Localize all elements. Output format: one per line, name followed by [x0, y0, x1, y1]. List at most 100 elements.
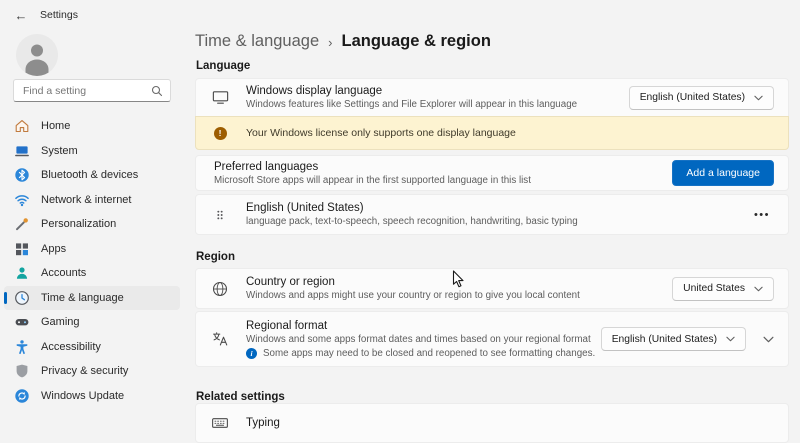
sidebar-item-label: Windows Update — [41, 389, 125, 402]
search-box[interactable] — [13, 79, 171, 102]
accessibility-person-icon — [14, 339, 30, 355]
wifi-icon — [14, 192, 30, 208]
info-icon: i — [246, 348, 257, 359]
sidebar-item-label: Apps — [41, 242, 67, 255]
sidebar-item-gaming[interactable]: Gaming — [4, 310, 180, 334]
row-text: Preferred languages Microsoft Store apps… — [210, 160, 672, 187]
row-subtitle: language pack, text-to-speech, speech re… — [246, 216, 578, 227]
info-text: Some apps may need to be closed and reop… — [263, 348, 596, 359]
search-input[interactable] — [21, 83, 151, 98]
row-subtitle: Windows and apps might use your country … — [246, 290, 580, 301]
sidebar-item-label: Network & internet — [41, 193, 132, 206]
row-subtitle: Windows features like Settings and File … — [246, 99, 578, 110]
row-subtitle: Microsoft Store apps will appear in the … — [214, 174, 531, 186]
breadcrumb-separator: › — [328, 34, 333, 50]
apps-grid-icon — [14, 241, 30, 257]
bluetooth-icon — [14, 167, 30, 183]
sidebar-item-system[interactable]: System — [4, 139, 180, 163]
brush-icon — [14, 216, 30, 232]
row-text: Windows display language Windows feature… — [246, 84, 629, 111]
sidebar-item-label: Gaming — [41, 316, 80, 328]
globe-icon — [210, 280, 230, 298]
chevron-down-icon — [726, 336, 735, 342]
warning-text: Your Windows license only supports one d… — [246, 127, 516, 139]
gamepad-icon — [14, 314, 30, 330]
drag-handle[interactable] — [210, 208, 230, 222]
sidebar-item-accessibility[interactable]: Accessibility — [4, 335, 180, 359]
windows-display-language-row: Windows display language Windows feature… — [195, 78, 789, 116]
sidebar-item-label: System — [41, 144, 78, 157]
sidebar-item-label: Privacy & security — [41, 365, 129, 377]
display-language-dropdown[interactable]: English (United States) — [628, 85, 774, 110]
sidebar-item-privacy-security[interactable]: Privacy & security — [4, 359, 180, 383]
country-dropdown[interactable]: United States — [672, 276, 774, 301]
language-item-row: English (United States) language pack, t… — [195, 194, 789, 235]
info-line: i Some apps may need to be closed and re… — [246, 348, 601, 359]
sidebar-item-label: Personalization — [41, 218, 117, 230]
app-title: Settings — [40, 9, 78, 21]
row-title: Country or region — [246, 276, 335, 288]
shield-icon — [14, 363, 30, 379]
sidebar-item-home[interactable]: Home — [4, 114, 180, 138]
section-header-region: Region — [196, 251, 235, 263]
sidebar-item-label: Accessibility — [41, 340, 101, 353]
dropdown-value: United States — [683, 283, 745, 294]
search-icon — [151, 85, 163, 96]
regional-format-dropdown[interactable]: English (United States) — [600, 327, 746, 351]
preferred-languages-row: Preferred languages Microsoft Store apps… — [195, 155, 789, 191]
language-format-icon — [210, 330, 230, 348]
row-title: Typing — [246, 417, 280, 429]
typing-row[interactable]: Typing — [195, 403, 789, 443]
breadcrumb-parent[interactable]: Time & language — [195, 32, 319, 51]
home-icon — [14, 118, 30, 134]
sidebar-item-label: Bluetooth & devices — [41, 169, 139, 181]
row-title: English (United States) — [246, 202, 364, 214]
row-text: English (United States) language pack, t… — [246, 201, 750, 228]
sidebar-item-label: Time & language — [41, 291, 124, 304]
chevron-down-icon — [754, 95, 763, 100]
row-text: Typing — [246, 416, 774, 430]
user-avatar[interactable] — [16, 34, 58, 76]
dropdown-value: English (United States) — [611, 333, 717, 345]
person-icon — [16, 34, 58, 76]
update-arrows-icon — [14, 388, 30, 404]
row-text: Country or region Windows and apps might… — [246, 275, 672, 302]
sidebar-item-accounts[interactable]: Accounts — [4, 261, 180, 285]
section-header-language: Language — [196, 60, 251, 72]
add-language-button[interactable]: Add a language — [672, 160, 774, 186]
dropdown-value: English (United States) — [639, 92, 745, 103]
row-title: Regional format — [246, 320, 328, 332]
account-person-icon — [14, 265, 30, 281]
back-arrow-icon: ← — [14, 7, 28, 23]
sidebar-item-network-internet[interactable]: Network & internet — [4, 188, 180, 212]
section-header-related-settings: Related settings — [196, 391, 285, 403]
more-options-button[interactable]: ••• — [750, 207, 774, 223]
keyboard-icon — [210, 414, 230, 432]
sidebar-item-windows-update[interactable]: Windows Update — [4, 384, 180, 408]
page-title: Language & region — [341, 32, 491, 50]
drag-dots-icon — [217, 210, 223, 219]
breadcrumb: Time & language › Language & region — [195, 32, 491, 51]
row-subtitle: Windows and some apps format dates and t… — [246, 334, 591, 345]
sidebar-item-personalization[interactable]: Personalization — [4, 212, 180, 236]
sidebar-item-apps[interactable]: Apps — [4, 237, 180, 261]
chevron-down-icon — [763, 336, 774, 342]
regional-format-row: Regional format Windows and some apps fo… — [195, 311, 789, 367]
clock-icon — [14, 290, 30, 306]
sidebar-nav: Home System Bluetooth & devices Network … — [4, 114, 180, 408]
monitor-icon — [210, 88, 230, 107]
row-title: Preferred languages — [214, 160, 319, 173]
row-title: Windows display language — [246, 85, 383, 97]
sidebar-item-label: Accounts — [41, 267, 87, 279]
sidebar-item-time-language[interactable]: Time & language — [4, 285, 180, 310]
sidebar-item-bluetooth-devices[interactable]: Bluetooth & devices — [4, 163, 180, 187]
warning-icon: ! — [210, 126, 230, 140]
settings-window: ← Settings Home Sys — [0, 0, 800, 443]
titlebar: ← Settings — [0, 0, 800, 30]
sidebar: Home System Bluetooth & devices Network … — [0, 30, 186, 418]
system-icon — [14, 143, 30, 159]
chevron-down-icon — [754, 286, 763, 291]
country-region-row: Country or region Windows and apps might… — [195, 268, 789, 309]
expand-row-button[interactable] — [763, 336, 774, 343]
back-button[interactable]: ← — [8, 3, 34, 27]
